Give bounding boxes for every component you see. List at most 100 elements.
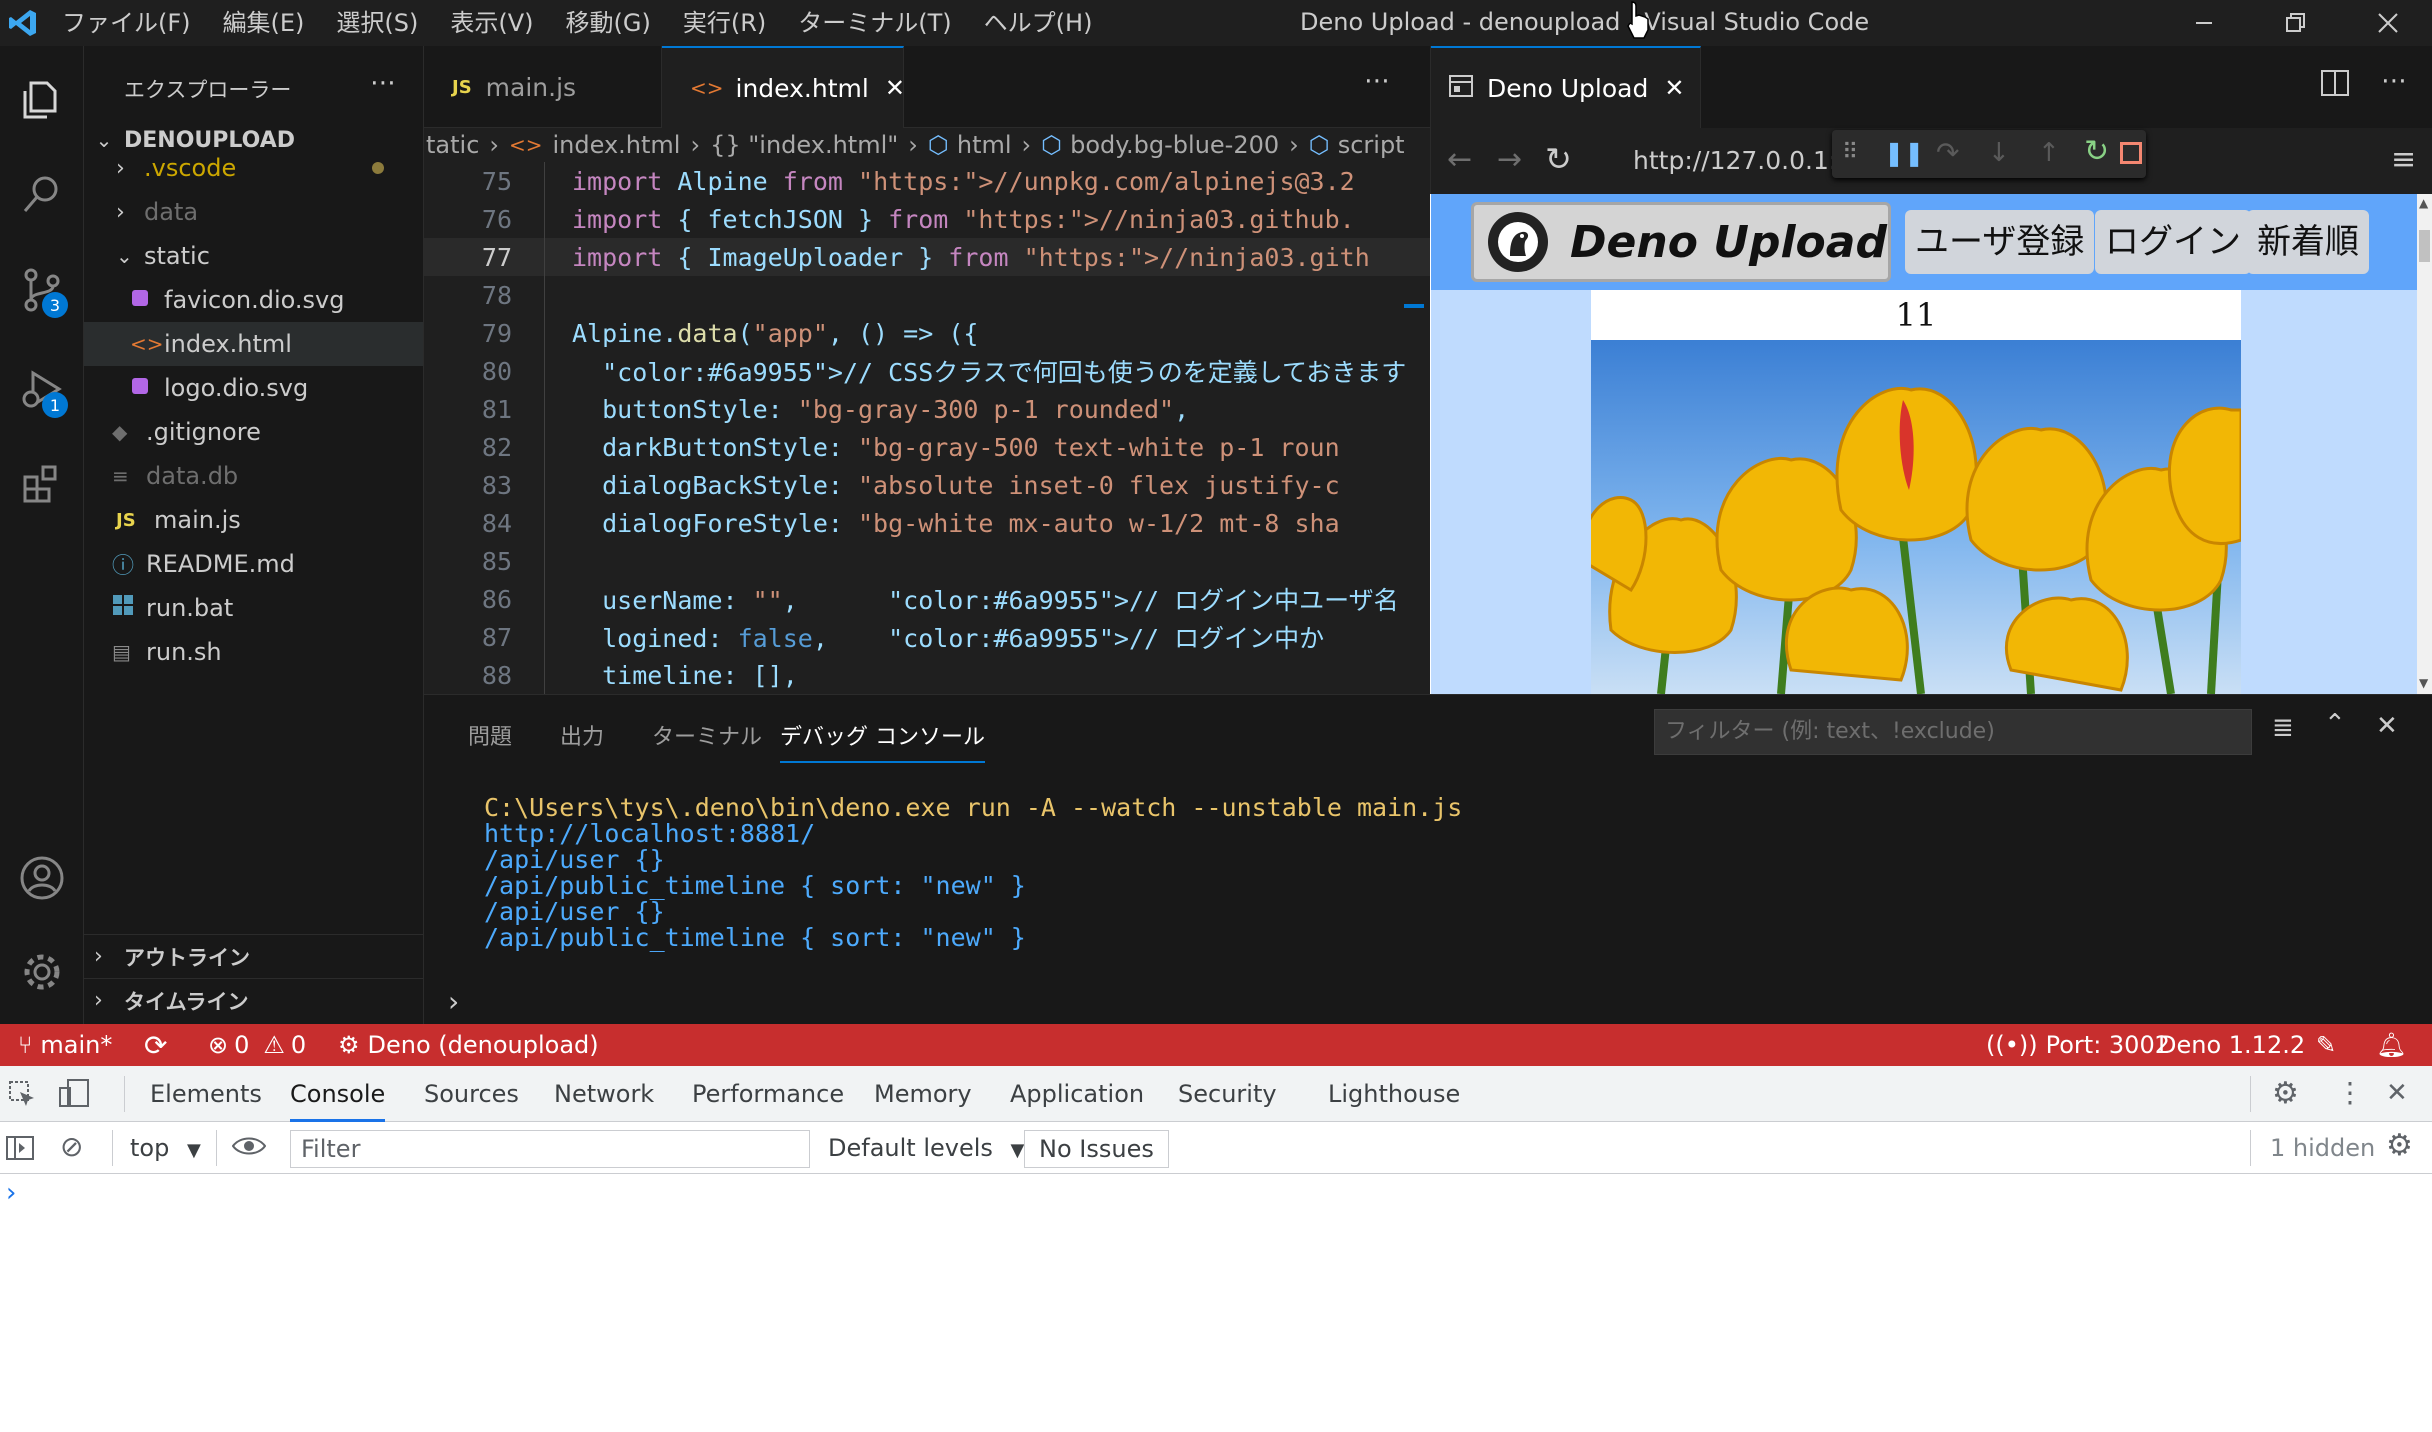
tab-main-js[interactable]: JS main.js xyxy=(424,46,662,128)
tab-application[interactable]: Application xyxy=(1010,1066,1144,1122)
drag-handle-icon[interactable]: ⠿ xyxy=(1842,140,1858,165)
tab-deno-upload[interactable]: Deno Upload ✕ xyxy=(1431,46,1701,128)
menu-edit[interactable]: 編集(E) xyxy=(207,0,321,46)
code-line[interactable]: 82 darkButtonStyle: "bg-gray-500 text-wh… xyxy=(424,428,1430,466)
code-line[interactable]: 75 import Alpine from "https:">//unpkg.co… xyxy=(424,162,1430,200)
tab-console[interactable]: Console xyxy=(290,1066,386,1122)
tab-network[interactable]: Network xyxy=(554,1066,654,1122)
tab-elements[interactable]: Elements xyxy=(150,1066,262,1122)
extensions-icon[interactable] xyxy=(14,456,70,512)
explorer-icon[interactable] xyxy=(14,72,70,128)
close-tab-icon[interactable]: ✕ xyxy=(1664,74,1684,102)
close-devtools-icon[interactable]: ✕ xyxy=(2386,1078,2408,1108)
tab-lighthouse[interactable]: Lighthouse xyxy=(1328,1066,1460,1122)
code-line[interactable]: 87 logined: false, "color:#6a9955">// ログ… xyxy=(424,618,1430,656)
code-line[interactable]: 79 Alpine.data("app", () => ({ xyxy=(424,314,1430,352)
breadcrumb-html[interactable]: html xyxy=(957,131,1012,159)
more-actions-icon[interactable]: ⋯ xyxy=(2381,66,2407,96)
tree-item-gitignore[interactable]: ◆ .gitignore xyxy=(84,410,423,454)
more-actions-icon[interactable]: ⋯ xyxy=(1364,66,1390,96)
problems-status[interactable]: ⊗ 0 ⚠ 0 xyxy=(208,1024,306,1066)
tree-item-vscode[interactable]: › .vscode xyxy=(84,146,423,190)
branch-status[interactable]: ⑂ main* xyxy=(18,1024,112,1066)
tree-item-logo[interactable]: logo.dio.svg xyxy=(84,366,423,410)
url-field[interactable]: http://127.0.0.1:3 xyxy=(1633,146,1853,175)
inspect-element-icon[interactable] xyxy=(8,1080,36,1112)
tree-item-readme[interactable]: ⓘ README.md xyxy=(84,542,423,586)
menu-run[interactable]: 実行(R) xyxy=(667,0,782,46)
split-editor-icon[interactable] xyxy=(2321,70,2349,100)
tab-output[interactable]: 出力 xyxy=(560,719,604,751)
tree-item-run-sh[interactable]: ▤ run.sh xyxy=(84,630,423,674)
more-actions-icon[interactable]: ⋯ xyxy=(370,68,396,98)
app-logo-button[interactable]: Deno Upload xyxy=(1471,202,1891,282)
tree-item-data[interactable]: › data xyxy=(84,190,423,234)
sync-icon[interactable]: ⟳ xyxy=(144,1024,167,1066)
close-tab-icon[interactable]: ✕ xyxy=(885,74,905,102)
tab-terminal[interactable]: ターミナル xyxy=(652,719,762,751)
panel-filter-input[interactable]: フィルター (例: text、!exclude) xyxy=(1654,709,2252,755)
tab-index-html[interactable]: <> index.html ✕ xyxy=(662,46,905,128)
step-over-icon[interactable]: ↷ xyxy=(1936,136,1959,169)
console-filter-input[interactable]: Filter xyxy=(290,1130,810,1168)
feedback-icon[interactable]: ✎ xyxy=(2316,1024,2336,1066)
tree-item-main-js[interactable]: JS main.js xyxy=(84,498,423,542)
code-line[interactable]: 77 import { ImageUploader } from "https:"… xyxy=(424,238,1430,276)
code-line[interactable]: 78 xyxy=(424,276,1430,314)
run-debug-icon[interactable]: 1 xyxy=(14,362,70,418)
restore-button[interactable] xyxy=(2250,0,2342,46)
breadcrumb-folder[interactable]: tatic xyxy=(426,131,479,159)
menu-selection[interactable]: 選択(S) xyxy=(320,0,434,46)
issues-button[interactable]: No Issues xyxy=(1024,1130,1169,1168)
scrollbar-thumb[interactable] xyxy=(2419,230,2430,262)
outline-section[interactable]: › アウトライン xyxy=(84,934,423,978)
browser-scrollbar[interactable] xyxy=(2417,194,2432,694)
breadcrumb-script[interactable]: script xyxy=(1338,131,1405,159)
code-line[interactable]: 83 dialogBackStyle: "absolute inset-0 fl… xyxy=(424,466,1430,504)
console-prompt-icon[interactable]: › xyxy=(448,985,459,1018)
tree-item-favicon[interactable]: favicon.dio.svg xyxy=(84,278,423,322)
scroll-up-arrow-icon[interactable]: ▲ xyxy=(2419,196,2428,210)
log-levels-dropdown[interactable]: Default levels ▼ xyxy=(828,1132,1024,1167)
code-editor[interactable]: 75 import Alpine from "https:">//unpkg.co… xyxy=(424,162,1430,694)
timeline-section[interactable]: › タイムライン xyxy=(84,978,423,1022)
tree-item-data-db[interactable]: ≡ data.db xyxy=(84,454,423,498)
menu-help[interactable]: ヘルプ(H) xyxy=(968,0,1109,46)
tab-performance[interactable]: Performance xyxy=(692,1066,844,1122)
menu-view[interactable]: 表示(V) xyxy=(434,0,549,46)
tab-memory[interactable]: Memory xyxy=(874,1066,972,1122)
minimize-button[interactable] xyxy=(2158,0,2250,46)
reload-icon[interactable]: ↻ xyxy=(1545,140,1572,178)
breadcrumb-file[interactable]: index.html xyxy=(553,131,681,159)
code-line[interactable]: 88 timeline: [], xyxy=(424,656,1430,694)
stop-icon[interactable] xyxy=(2120,142,2142,164)
code-line[interactable]: 76 import { fetchJSON } from "https:">//n… xyxy=(424,200,1430,238)
context-selector[interactable]: top ▼ xyxy=(130,1132,201,1167)
account-icon[interactable] xyxy=(14,850,70,906)
close-window-button[interactable] xyxy=(2342,0,2432,46)
back-arrow-icon[interactable]: ← xyxy=(1447,142,1472,177)
breadcrumb-document[interactable]: {} "index.html" xyxy=(710,131,898,159)
code-line[interactable]: 85 xyxy=(424,542,1430,580)
menu-go[interactable]: 移動(G) xyxy=(550,0,667,46)
tree-item-static[interactable]: ⌄ static xyxy=(84,234,423,278)
devtools-console-area[interactable]: › xyxy=(0,1174,2432,1432)
source-control-icon[interactable]: 3 xyxy=(14,262,70,318)
live-expression-eye-icon[interactable] xyxy=(231,1134,267,1164)
search-icon[interactable] xyxy=(14,166,70,222)
pause-icon[interactable]: ❚❚ xyxy=(1884,139,1924,167)
debug-status[interactable]: ⚙ Deno (denoupload) xyxy=(338,1024,599,1066)
deno-version-status[interactable]: Deno 1.12.2 xyxy=(2158,1024,2305,1066)
tab-sources[interactable]: Sources xyxy=(424,1066,519,1122)
code-line[interactable]: 80 "color:#6a9955">// CSSクラスで何回も使うのを定義して… xyxy=(424,352,1430,390)
tree-item-index-html[interactable]: <> index.html xyxy=(84,322,423,366)
code-line[interactable]: 86 userName: "", "color:#6a9955">// ログイン… xyxy=(424,580,1430,618)
hamburger-menu-icon[interactable]: ≡ xyxy=(2391,142,2416,177)
port-status[interactable]: ((•)) Port: 3002 xyxy=(1986,1024,2170,1066)
tab-security[interactable]: Security xyxy=(1178,1066,1277,1122)
menu-file[interactable]: ファイル(F) xyxy=(46,0,207,46)
register-user-button[interactable]: ユーザ登録 xyxy=(1905,210,2095,274)
devtools-settings-gear-icon[interactable]: ⚙ xyxy=(2272,1076,2299,1111)
tree-item-run-bat[interactable]: run.bat xyxy=(84,586,423,630)
forward-arrow-icon[interactable]: → xyxy=(1497,142,1522,177)
